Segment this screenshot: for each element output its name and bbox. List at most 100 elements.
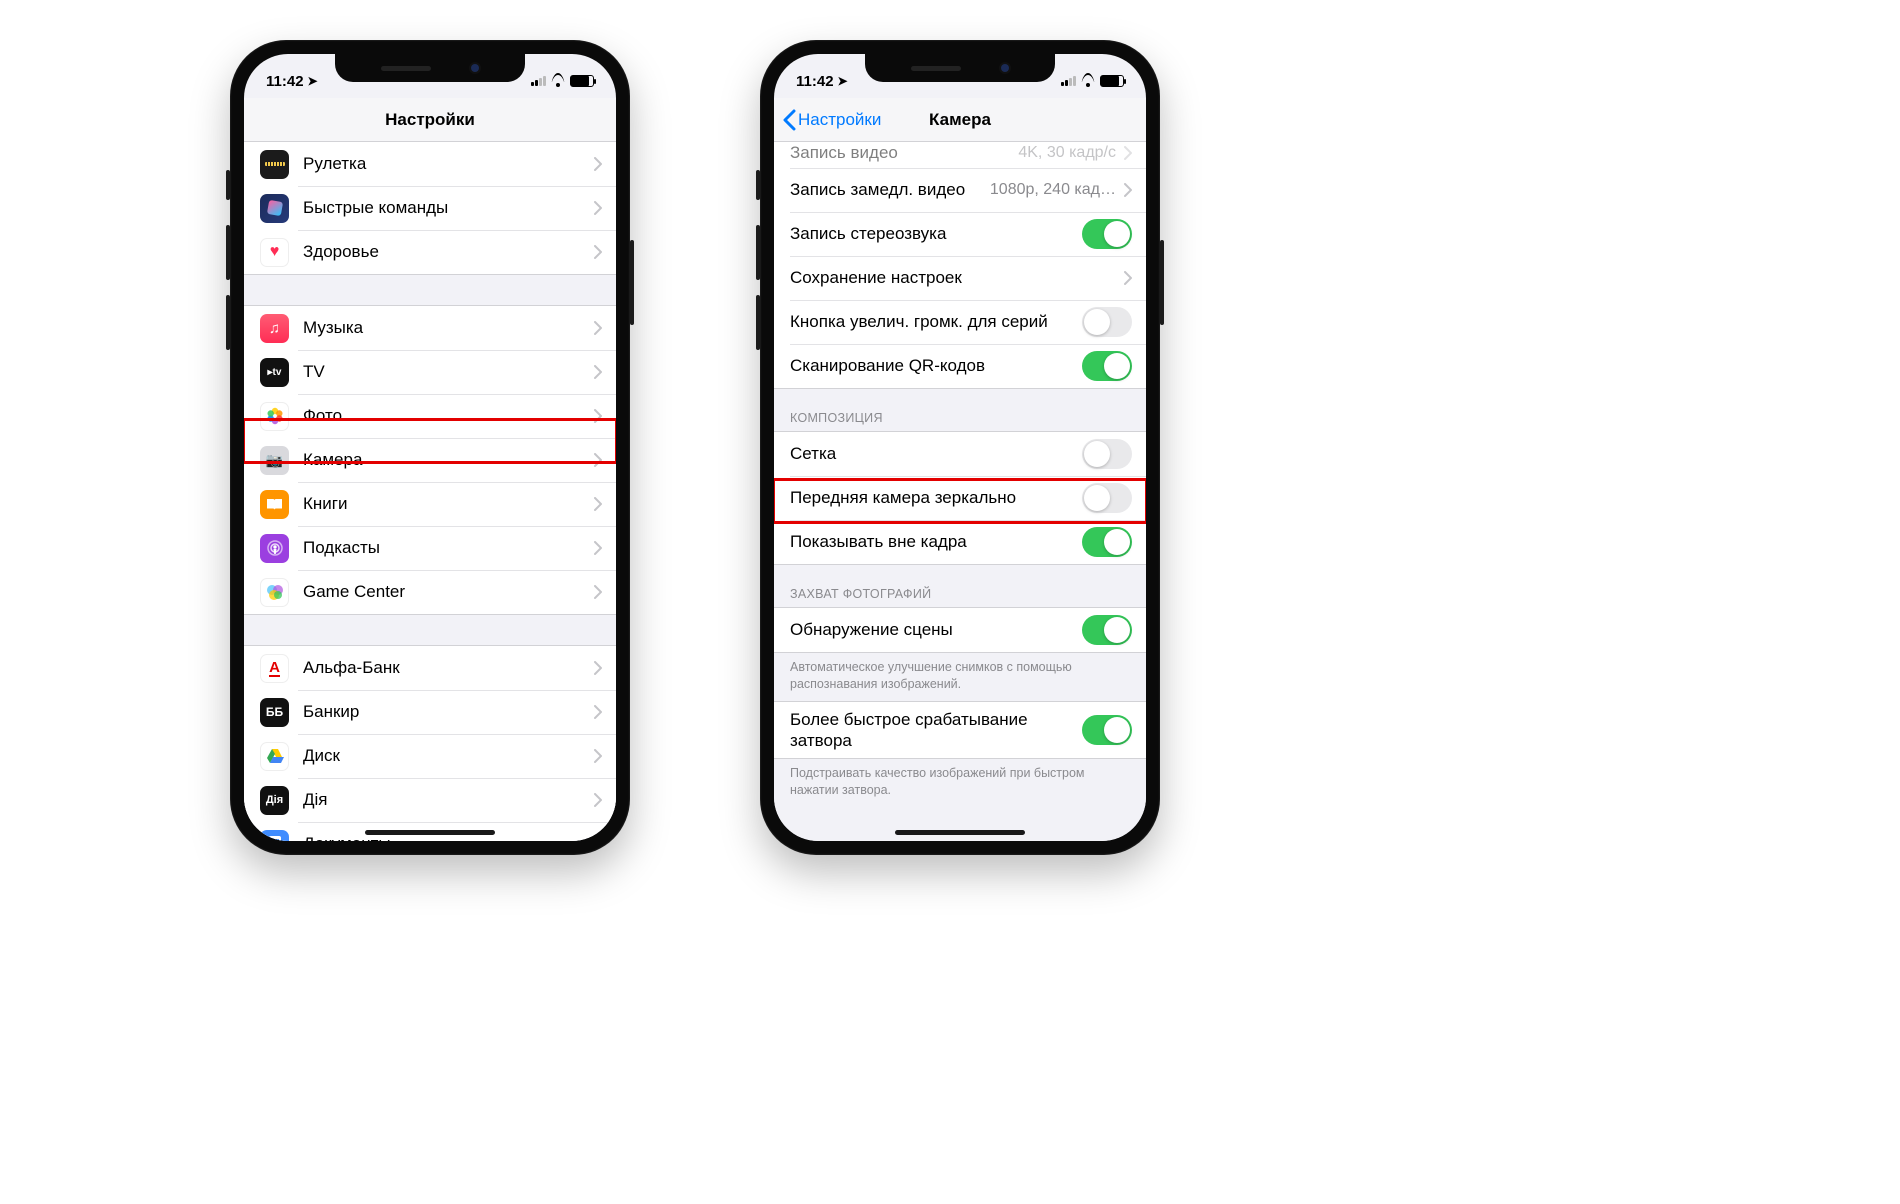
row-record-video-partial[interactable]: Запись видео 4K, 30 кадр/с [774,142,1146,168]
row-label: Диск [303,745,586,766]
settings-row-bankir[interactable]: ББ Банкир [244,690,616,734]
settings-row-health[interactable]: ♥ Здоровье [244,230,616,274]
alphabank-icon: А [260,654,289,683]
chevron-right-icon [594,321,602,335]
row-label: Сканирование QR-кодов [790,355,1074,376]
row-qr[interactable]: Сканирование QR-кодов [774,344,1146,388]
chevron-right-icon [594,365,602,379]
measure-icon [260,150,289,179]
group-footer-scene: Автоматическое улучшение снимков с помощ… [774,653,1146,701]
row-label: Рулетка [303,153,586,174]
chevron-left-icon [782,109,796,131]
row-burst[interactable]: Кнопка увелич. громк. для серий [774,300,1146,344]
podcasts-icon [260,534,289,563]
group-footer-shutter: Подстраивать качество изображений при бы… [774,759,1146,807]
phone-left: 11:42 ➤ Настройки Рул [230,40,630,855]
row-detail: 4K, 30 кадр/с [1018,144,1116,162]
row-scene-detection[interactable]: Обнаружение сцены [774,608,1146,652]
row-label: Камера [303,449,586,470]
row-label: Сетка [790,443,1074,464]
settings-row-tv[interactable]: ▸tv TV [244,350,616,394]
row-label: Передняя камера зеркально [790,487,1074,508]
row-label: Здоровье [303,241,586,262]
settings-row-alpha[interactable]: А Альфа-Банк [244,646,616,690]
notch [865,54,1055,82]
toggle-stereo[interactable] [1082,219,1132,249]
settings-row-photos[interactable]: Фото [244,394,616,438]
docs-icon [260,830,289,842]
location-icon: ➤ [838,74,848,88]
row-label: TV [303,361,586,382]
row-label: Game Center [303,581,586,602]
wifi-icon [1080,75,1096,87]
toggle-mirror[interactable] [1082,483,1132,513]
chevron-right-icon [594,497,602,511]
row-faster-shutter[interactable]: Более быстрое срабатывание затвора [774,702,1146,759]
row-label: Подкасты [303,537,586,558]
toggle-grid[interactable] [1082,439,1132,469]
diya-icon: Дія [260,786,289,815]
row-label: Альфа-Банк [303,657,586,678]
row-label: Книги [303,493,586,514]
group-header-composition: КОМПОЗИЦИЯ [774,389,1146,431]
row-label: Сохранение настроек [790,267,1116,288]
toggle-burst[interactable] [1082,307,1132,337]
settings-row-measure[interactable]: Рулетка [244,142,616,186]
shortcuts-icon [260,194,289,223]
toggle-outside[interactable] [1082,527,1132,557]
settings-row-podcasts[interactable]: Подкасты [244,526,616,570]
back-button[interactable]: Настройки [782,98,881,141]
health-icon: ♥ [260,238,289,267]
camera-settings-list[interactable]: Запись видео 4K, 30 кадр/с Запись замедл… [774,142,1146,841]
location-icon: ➤ [308,74,318,88]
page-title: Камера [929,110,991,130]
tv-icon: ▸tv [260,358,289,387]
row-slomo[interactable]: Запись замедл. видео 1080p, 240 кад… [774,168,1146,212]
row-label: Кнопка увелич. громк. для серий [790,311,1074,332]
home-indicator[interactable] [365,830,495,835]
chevron-right-icon [594,837,602,841]
settings-row-drive[interactable]: Диск [244,734,616,778]
music-icon: ♫ [260,314,289,343]
row-grid[interactable]: Сетка [774,432,1146,476]
chevron-right-icon [1124,271,1132,285]
row-preserve[interactable]: Сохранение настроек [774,256,1146,300]
settings-row-camera[interactable]: 📷 Камера [244,438,616,482]
row-view-outside-frame[interactable]: Показывать вне кадра [774,520,1146,564]
books-icon [260,490,289,519]
status-time: 11:42 [266,73,304,90]
group-header-capture: ЗАХВАТ ФОТОГРАФИЙ [774,565,1146,607]
home-indicator[interactable] [895,830,1025,835]
gamecenter-icon [260,578,289,607]
row-mirror-front[interactable]: Передняя камера зеркально [774,476,1146,520]
settings-row-music[interactable]: ♫ Музыка [244,306,616,350]
settings-list[interactable]: Рулетка Быстрые команды ♥ Здоровье [244,142,616,841]
toggle-qr[interactable] [1082,351,1132,381]
settings-row-gamecenter[interactable]: Game Center [244,570,616,614]
settings-row-diya[interactable]: Дія Дія [244,778,616,822]
chevron-right-icon [594,201,602,215]
row-label: Запись стереозвука [790,223,1074,244]
toggle-shutter[interactable] [1082,715,1132,745]
row-label: Фото [303,405,586,426]
photos-icon [260,402,289,431]
chevron-right-icon [1124,146,1132,160]
row-label: Банкир [303,701,586,722]
cellular-icon [531,76,546,86]
chevron-right-icon [594,453,602,467]
chevron-right-icon [594,157,602,171]
drive-icon [260,742,289,771]
page-title: Настройки [385,110,475,130]
chevron-right-icon [594,409,602,423]
navbar: Настройки Камера [774,98,1146,142]
row-label: Запись замедл. видео [790,179,982,200]
row-stereo[interactable]: Запись стереозвука [774,212,1146,256]
toggle-scene[interactable] [1082,615,1132,645]
settings-row-shortcuts[interactable]: Быстрые команды [244,186,616,230]
chevron-right-icon [594,749,602,763]
row-label: Быстрые команды [303,197,586,218]
chevron-right-icon [594,245,602,259]
settings-row-books[interactable]: Книги [244,482,616,526]
row-label: Музыка [303,317,586,338]
wifi-icon [550,75,566,87]
